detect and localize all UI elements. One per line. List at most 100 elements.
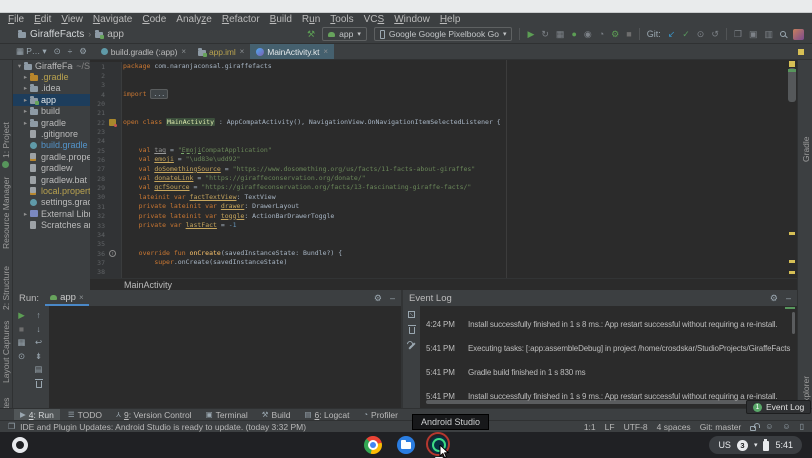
settings-gear-icon[interactable]: ⚙: [79, 47, 87, 56]
warning-mark[interactable]: [789, 271, 795, 274]
minimize-icon[interactable]: –: [786, 293, 791, 303]
editor-breadcrumb[interactable]: MainActivity: [90, 278, 797, 290]
menu-file[interactable]: File: [3, 14, 29, 25]
keyboard-layout[interactable]: US: [718, 440, 731, 450]
logcat-toolwindow[interactable]: ▤6: Logcat: [298, 409, 355, 420]
history-icon[interactable]: ⊙: [697, 30, 705, 39]
run-toolwindow[interactable]: ▶4: Run: [14, 409, 60, 420]
tree-arrow-icon[interactable]: ▸: [21, 84, 30, 92]
profile-icon[interactable]: ◔: [599, 30, 604, 39]
close-icon[interactable]: ×: [240, 47, 245, 56]
clear-log-icon[interactable]: [409, 327, 415, 334]
log-settings-icon[interactable]: [407, 341, 416, 350]
tree-item--gradle[interactable]: ▸.gradle: [13, 71, 90, 82]
toolwindow-stripe-gradle[interactable]: Gradle: [801, 122, 811, 162]
menu-code[interactable]: Code: [137, 14, 171, 25]
tree-item-gradle[interactable]: ▸gradle: [13, 117, 90, 128]
attach-debugger-icon[interactable]: ◉: [584, 30, 592, 39]
update-project-icon[interactable]: ↙: [668, 30, 676, 39]
notifications-icon[interactable]: ▯: [800, 422, 804, 431]
todo-toolwindow[interactable]: ☰TODO: [62, 409, 108, 420]
event-log-badge[interactable]: 1 Event Log: [746, 400, 811, 414]
pin-icon[interactable]: ⊙: [18, 352, 25, 361]
rerun-icon[interactable]: ▶: [18, 311, 25, 320]
tree-item-gradlew[interactable]: gradlew: [13, 163, 90, 174]
warning-mark[interactable]: [789, 61, 795, 67]
layout-inspector-icon[interactable]: ▣: [749, 30, 758, 39]
run-tab-app[interactable]: app ×: [45, 290, 89, 306]
system-tray[interactable]: US 3 ▾ 5:41: [709, 436, 802, 454]
tree-item-scratches-and-consoles[interactable]: Scratches and Consoles: [13, 219, 90, 230]
tree-item-gradlew-bat[interactable]: gradlew.bat: [13, 174, 90, 185]
breadcrumb-module[interactable]: app: [107, 29, 124, 40]
up-stacktrace-icon[interactable]: ↑: [36, 311, 40, 320]
tree-item--idea[interactable]: ▸.idea: [13, 83, 90, 94]
toolwindow-stripe-1-project[interactable]: 1: Project: [1, 122, 11, 168]
file-status-indicator[interactable]: [798, 49, 804, 55]
tree-item-build-gradle[interactable]: build.gradle: [13, 140, 90, 151]
search-everywhere-icon[interactable]: [780, 31, 786, 37]
apply-code-changes-icon[interactable]: ▦: [556, 30, 565, 39]
menu-build[interactable]: Build: [265, 14, 297, 25]
unlock-icon[interactable]: [750, 426, 756, 431]
tree-item-gradle-properties[interactable]: gradle.properties: [13, 151, 90, 162]
avatar[interactable]: [793, 29, 804, 40]
run-console[interactable]: [49, 306, 401, 408]
tab-mainactivity-kt[interactable]: MainActivity.kt×: [250, 44, 334, 59]
menu-edit[interactable]: Edit: [29, 14, 56, 25]
menu-navigate[interactable]: Navigate: [88, 14, 137, 25]
print-icon[interactable]: ▤: [34, 365, 42, 374]
status-lf[interactable]: LF: [605, 422, 615, 432]
open-project-icon[interactable]: ❐: [734, 30, 742, 39]
tab-build-gradle-app-[interactable]: build.gradle (:app)×: [95, 44, 192, 59]
status-message[interactable]: IDE and Plugin Updates: Android Studio i…: [20, 422, 306, 432]
notification-count[interactable]: 3: [737, 440, 748, 451]
tree-item--gitignore[interactable]: .gitignore: [13, 128, 90, 139]
tree-arrow-icon[interactable]: ▸: [21, 96, 30, 104]
edit-log-icon[interactable]: [408, 311, 415, 318]
tree-item-giraffefacts[interactable]: ▾GiraffeFacts~/S: [13, 60, 90, 71]
tree-arrow-icon[interactable]: ▸: [21, 119, 30, 127]
toolwindow-stripe-2-structure[interactable]: 2: Structure: [1, 256, 11, 310]
project-view-selector[interactable]: ▦ P… ▾: [16, 47, 47, 56]
chrome-icon[interactable]: [364, 436, 382, 454]
locate-file-icon[interactable]: ⊙: [54, 47, 61, 56]
stop-icon[interactable]: ■: [626, 30, 631, 39]
override-marker-icon[interactable]: ↑: [109, 250, 116, 257]
editor-gutter[interactable]: 12342021222324252627282930313233343536↑3…: [90, 62, 122, 278]
debug-icon[interactable]: ●: [571, 30, 576, 39]
stop-icon[interactable]: ■: [19, 325, 24, 334]
tree-arrow-icon[interactable]: ▸: [21, 210, 30, 218]
collapse-all-icon[interactable]: ÷: [68, 47, 73, 56]
menu-view[interactable]: View: [56, 14, 88, 25]
clear-all-icon[interactable]: [36, 381, 42, 388]
profiler-toolwindow[interactable]: ◔Profiler: [358, 409, 404, 420]
tree-item-build[interactable]: ▸build: [13, 106, 90, 117]
menu-run[interactable]: Run: [297, 14, 325, 25]
close-icon[interactable]: ×: [181, 47, 186, 56]
run-icon[interactable]: ▶: [527, 30, 534, 39]
highlight-level-icon[interactable]: ☺: [765, 422, 773, 431]
restore-layout-icon[interactable]: ▦: [17, 338, 25, 347]
inspections-icon[interactable]: ☺: [782, 422, 790, 431]
menu-help[interactable]: Help: [435, 14, 466, 25]
status-4-spaces[interactable]: 4 spaces: [657, 422, 691, 432]
code-editor[interactable]: 12342021222324252627282930313233343536↑3…: [90, 60, 797, 278]
close-icon[interactable]: ×: [323, 47, 328, 56]
run-configuration-select[interactable]: app ▾: [322, 27, 367, 41]
device-manager-icon[interactable]: ▥: [764, 30, 773, 39]
menu-window[interactable]: Window: [389, 14, 435, 25]
tree-item-settings-gradle[interactable]: settings.gradle: [13, 197, 90, 208]
minimize-icon[interactable]: –: [390, 293, 395, 303]
toolwindow-stripe-resource-manager[interactable]: Resource Manager: [1, 173, 11, 249]
soft-wrap-icon[interactable]: ↩: [35, 338, 42, 347]
menu-vcs[interactable]: VCS: [359, 14, 390, 25]
tree-item-external-libraries[interactable]: ▸External Libraries: [13, 208, 90, 219]
settings-gear-icon[interactable]: ⚙: [374, 293, 382, 304]
settings-gear-icon[interactable]: ⚙: [770, 293, 778, 304]
tree-arrow-icon[interactable]: ▸: [21, 107, 30, 115]
files-app-icon[interactable]: [397, 436, 415, 454]
breadcrumb-project[interactable]: GiraffeFacts: [30, 29, 84, 40]
tab-app-iml[interactable]: app.iml×: [192, 44, 250, 59]
tree-item-local-properties[interactable]: local.properties: [13, 185, 90, 196]
